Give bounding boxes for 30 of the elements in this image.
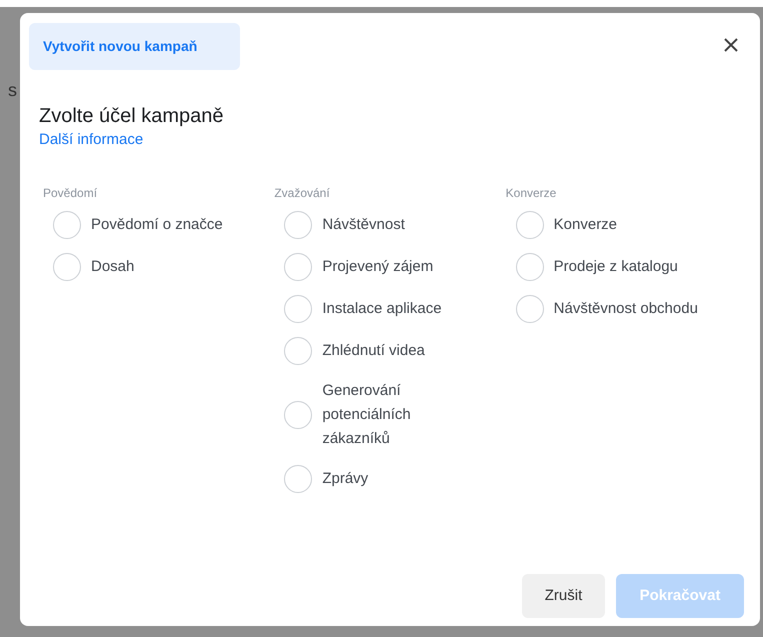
more-info-link[interactable]: Další informace (39, 129, 144, 152)
radio-button[interactable] (284, 464, 312, 492)
objective-option[interactable]: Návštěvnost obchodu (506, 294, 737, 322)
objective-option[interactable]: Návštěvnost (274, 210, 506, 238)
radio-button[interactable] (284, 294, 312, 322)
radio-button[interactable] (516, 252, 544, 280)
section-label: Zvažování (274, 184, 331, 202)
radio-button[interactable] (284, 252, 312, 280)
radio-button[interactable] (516, 210, 544, 238)
objective-option[interactable]: Instalace aplikace (274, 294, 506, 322)
radio-button[interactable] (284, 336, 312, 364)
radio-button[interactable] (284, 400, 312, 428)
radio-button[interactable] (516, 294, 544, 322)
objective-option[interactable]: Zprávy (274, 464, 506, 492)
objective-option[interactable]: Povědomí o značce (43, 210, 274, 238)
objective-option[interactable]: Generování potenciálních zákazníků (274, 378, 506, 450)
background-text: s (8, 79, 17, 102)
cancel-button[interactable]: Zrušit (522, 574, 605, 618)
radio-button[interactable] (284, 210, 312, 238)
section-label: Povědomí (43, 184, 98, 202)
objective-option[interactable]: Konverze (506, 210, 737, 238)
radio-button[interactable] (53, 252, 81, 280)
dialog-heading: Zvolte účel kampaně (39, 104, 225, 128)
objective-option[interactable]: Zhlédnutí videa (274, 336, 506, 364)
objective-option[interactable]: Dosah (43, 252, 274, 280)
section-label: Konverze (506, 184, 558, 202)
dialog-title-tab[interactable]: Vytvořit novou kampaň (29, 23, 240, 70)
radio-button[interactable] (53, 210, 81, 238)
objective-option[interactable]: Prodeje z katalogu (506, 252, 737, 280)
objective-option[interactable]: Projevený zájem (274, 252, 506, 280)
